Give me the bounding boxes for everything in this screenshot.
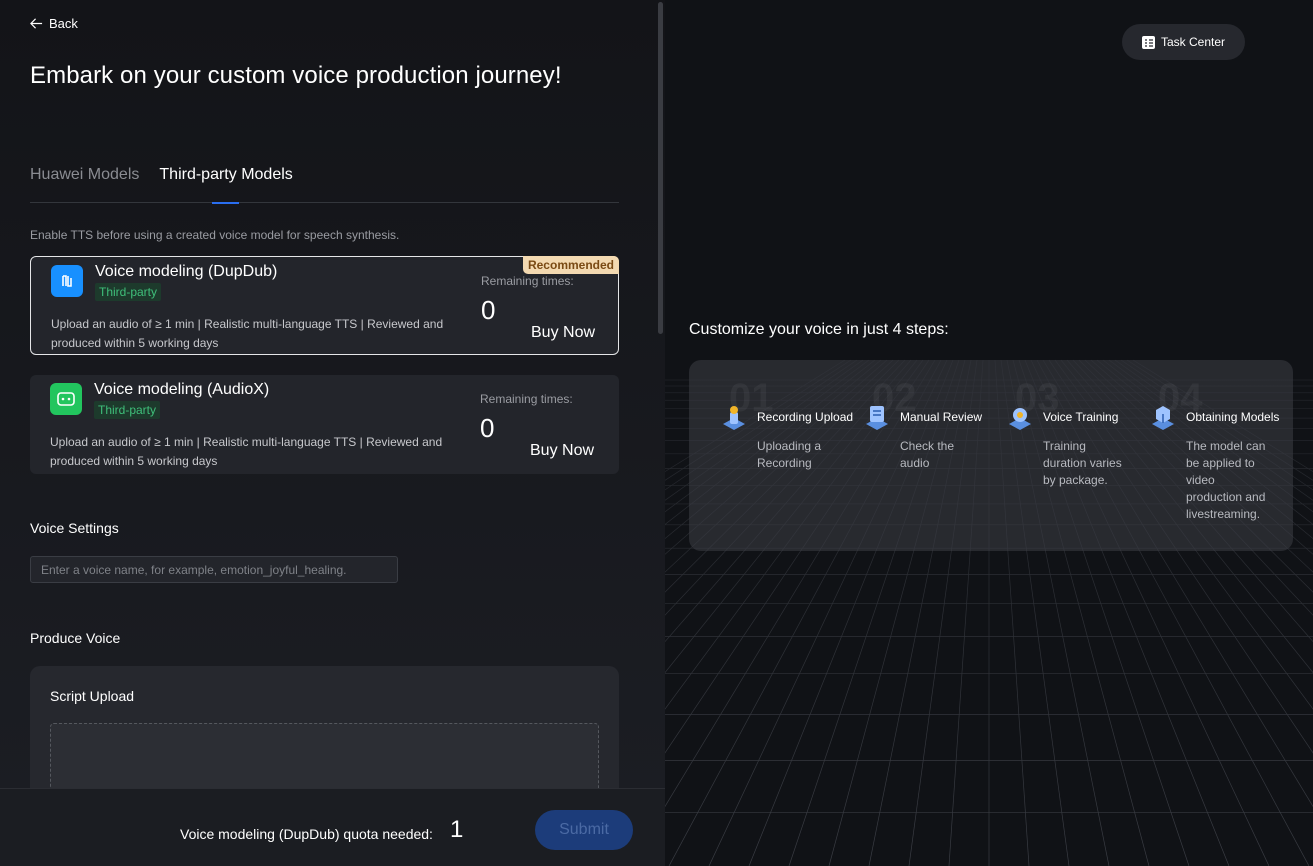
voice-settings-heading: Voice Settings [30, 520, 119, 536]
tab-third-party-models[interactable]: Third-party Models [159, 166, 293, 204]
step-name: Voice Training [1043, 410, 1119, 424]
model-icon [1152, 406, 1174, 430]
back-label: Back [49, 16, 78, 31]
audiox-logo-icon [50, 383, 82, 415]
card-dupdub[interactable]: Voice modeling (DupDub) Third-party Uplo… [30, 256, 619, 355]
upload-icon [723, 406, 745, 430]
task-list-icon [1141, 35, 1155, 49]
card-name: Voice modeling (DupDub) [95, 263, 278, 280]
scrollbar[interactable] [658, 2, 663, 334]
review-icon [866, 406, 888, 430]
step-obtaining-models: 04 Obtaining Models The model can be app… [1118, 360, 1279, 551]
step-description: The model can be applied to video produc… [1186, 439, 1266, 521]
card-description: Upload an audio of ≥ 1 min | Realistic m… [51, 317, 444, 350]
tab-huawei-models[interactable]: Huawei Models [30, 166, 139, 203]
script-upload-label: Script Upload [50, 688, 135, 704]
recommended-badge: Recommended [522, 256, 619, 274]
back-button[interactable]: Back [30, 16, 78, 31]
remaining-times-value: 0 [481, 295, 496, 325]
step-name: Obtaining Models [1186, 410, 1280, 424]
produce-voice-heading: Produce Voice [30, 630, 121, 646]
buy-now-button[interactable]: Buy Now [531, 324, 595, 342]
remaining-times-value: 0 [480, 413, 495, 443]
voice-name-input[interactable] [30, 556, 398, 583]
step-name: Manual Review [900, 410, 983, 424]
model-tabs: Huawei Models Third-party Models [30, 166, 619, 204]
card-description: Upload an audio of ≥ 1 min | Realistic m… [50, 435, 443, 468]
buy-now-button[interactable]: Buy Now [530, 442, 594, 460]
step-description: Check the audio [900, 439, 955, 470]
step-manual-review: 02 Manual Review Check the audio [832, 360, 982, 551]
task-center-button[interactable]: Task Center [1122, 24, 1245, 60]
step-recording-upload: 01 Recording Upload Uploading a Recordin… [689, 360, 853, 551]
step-description: Training duration varies by package. [1043, 439, 1122, 487]
left-panel: Back Embark on your custom voice product… [0, 0, 665, 866]
remaining-times-label: Remaining times: [481, 274, 574, 288]
quota-value: 1 [450, 816, 464, 843]
third-party-tag: Third-party [94, 401, 161, 419]
training-icon [1009, 408, 1031, 430]
page-title: Embark on your custom voice production j… [30, 62, 562, 89]
card-name: Voice modeling (AudioX) [94, 381, 270, 398]
quota-label: Voice modeling (DupDub) quota needed: [180, 826, 433, 842]
dupdub-logo-icon [51, 265, 83, 297]
submit-button[interactable]: Submit [535, 810, 633, 850]
step-description: Uploading a Recording [757, 439, 822, 470]
task-center-label: Task Center [1160, 35, 1226, 49]
footer-bar: Voice modeling (DupDub) quota needed: 1 … [0, 788, 665, 866]
third-party-tag: Third-party [95, 283, 162, 301]
steps-title: Customize your voice in just 4 steps: [689, 321, 949, 338]
arrow-left-icon [30, 18, 43, 29]
tts-hint: Enable TTS before using a created voice … [30, 228, 400, 242]
steps-panel: 01 Recording Upload Uploading a Recordin… [689, 360, 1293, 551]
card-audiox[interactable]: Voice modeling (AudioX) Third-party Uplo… [30, 375, 619, 474]
step-voice-training: 03 Voice Training Training duration vari… [975, 360, 1122, 551]
right-panel: Task Center Customize your voice in just… [665, 0, 1313, 866]
remaining-times-label: Remaining times: [480, 392, 573, 406]
